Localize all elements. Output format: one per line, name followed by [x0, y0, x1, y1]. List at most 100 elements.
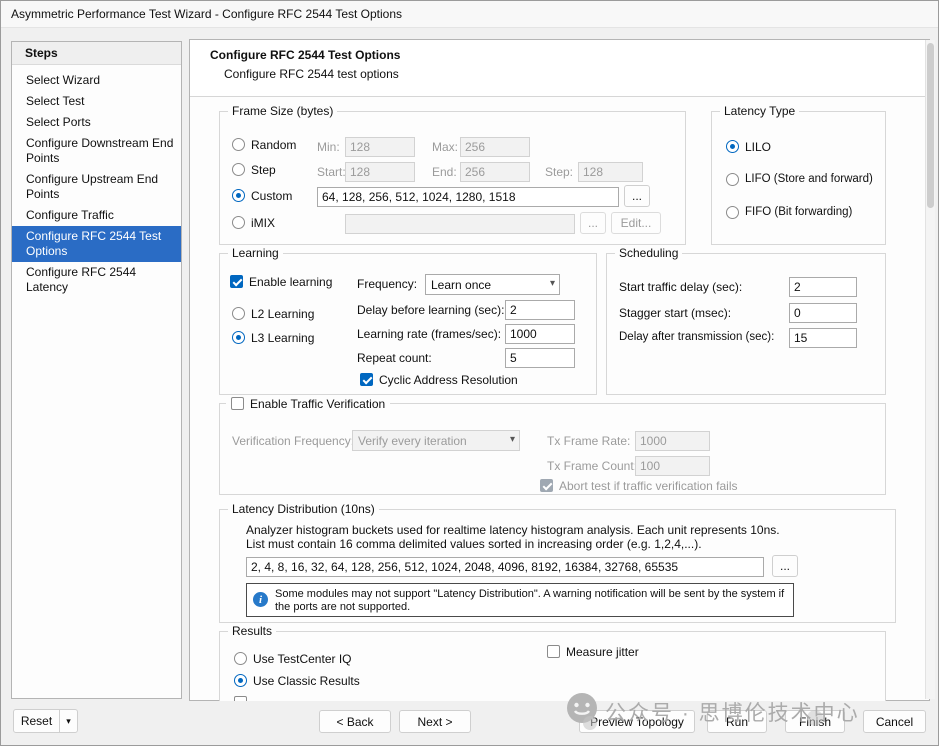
l2-learning-label: L2 Learning: [251, 307, 314, 321]
l3-learning-label: L3 Learning: [251, 331, 314, 345]
verification-frequency-label: Verification Frequency:: [232, 434, 354, 448]
end-input: [460, 162, 530, 182]
preview-topology-button[interactable]: Preview Topology: [579, 710, 695, 733]
tx-frame-rate-input: [635, 431, 710, 451]
step-item-select-test[interactable]: Select Test: [12, 91, 181, 112]
latency-distribution-desc2: List must contain 16 comma delimited val…: [246, 537, 702, 551]
cyclic-address-checkbox[interactable]: [360, 373, 373, 386]
step-field-label: Step:: [545, 165, 573, 179]
frame-size-imix-radio[interactable]: [232, 216, 245, 229]
frequency-label: Frequency:: [357, 277, 417, 291]
imix-input: [345, 214, 575, 234]
frame-size-custom-radio[interactable]: [232, 189, 245, 202]
learning-rate-label: Learning rate (frames/sec):: [357, 327, 501, 341]
delay-after-transmission-label: Delay after transmission (sec):: [619, 331, 774, 343]
frame-size-group: Frame Size (bytes) Random Min: Max: Step…: [219, 111, 686, 245]
delay-before-learning-label: Delay before learning (sec):: [357, 303, 504, 317]
latency-distribution-group: Latency Distribution (10ns) Analyzer his…: [219, 509, 896, 623]
end-label: End:: [432, 165, 457, 179]
latency-distribution-group-title: Latency Distribution (10ns): [228, 502, 379, 516]
frame-size-imix-label: iMIX: [251, 216, 275, 230]
enable-traffic-verification-checkbox[interactable]: [231, 397, 244, 410]
step-item-rfc2544-latency[interactable]: Configure RFC 2544 Latency: [12, 262, 181, 298]
repeat-count-input[interactable]: [505, 348, 575, 368]
lilo-label: LILO: [745, 140, 771, 154]
cancel-button[interactable]: Cancel: [863, 710, 926, 733]
min-label: Min:: [317, 140, 340, 154]
step-item-rfc2544-options[interactable]: Configure RFC 2544 Test Options: [12, 226, 181, 262]
window-title: Asymmetric Performance Test Wizard - Con…: [11, 7, 402, 21]
step-item-configure-downstream[interactable]: Configure Downstream End Points: [12, 133, 181, 169]
learning-rate-input[interactable]: [505, 324, 575, 344]
measure-jitter-checkbox[interactable]: [547, 645, 560, 658]
reset-dropdown-button[interactable]: ▾: [59, 709, 78, 733]
tx-frame-count-input: [635, 456, 710, 476]
footer-bar: Reset ▾ < Back Next > Preview Topology R…: [1, 701, 939, 746]
imix-browse-button: ...: [580, 212, 606, 234]
enable-learning-checkbox[interactable]: [230, 275, 243, 288]
steps-list: Select Wizard Select Test Select Ports C…: [12, 65, 181, 298]
finish-button[interactable]: Finish: [785, 710, 845, 733]
reset-button[interactable]: Reset: [13, 709, 60, 733]
lilo-radio[interactable]: [726, 140, 739, 153]
fifo-radio[interactable]: [726, 206, 739, 219]
fifo-label: FIFO (Bit forwarding): [745, 206, 852, 218]
use-classic-results-radio[interactable]: [234, 674, 247, 687]
use-testcenter-iq-label: Use TestCenter IQ: [253, 652, 351, 666]
latency-distribution-browse-button[interactable]: ...: [772, 555, 798, 577]
vertical-scrollbar[interactable]: [925, 40, 935, 699]
latency-distribution-note-text: Some modules may not support "Latency Di…: [275, 588, 785, 614]
custom-browse-button[interactable]: ...: [624, 185, 650, 207]
abort-test-checkbox: [540, 479, 553, 492]
step-item-select-ports[interactable]: Select Ports: [12, 112, 181, 133]
tx-frame-rate-label: Tx Frame Rate:: [547, 434, 630, 448]
l3-learning-radio[interactable]: [232, 331, 245, 344]
custom-sizes-input[interactable]: [317, 187, 619, 207]
delay-after-transmission-input[interactable]: [789, 328, 857, 348]
steps-header: Steps: [12, 42, 181, 65]
scrollbar-thumb[interactable]: [927, 43, 934, 208]
chevron-down-icon: ▾: [510, 434, 515, 445]
title-bar: Asymmetric Performance Test Wizard - Con…: [1, 1, 938, 28]
cyclic-address-label: Cyclic Address Resolution: [379, 373, 518, 387]
page-title: Configure RFC 2544 Test Options: [210, 48, 400, 62]
start-traffic-delay-input[interactable]: [789, 277, 857, 297]
back-button[interactable]: < Back: [319, 710, 391, 733]
frame-size-random-radio[interactable]: [232, 138, 245, 151]
results-group-title: Results: [228, 624, 276, 638]
latency-distribution-desc1: Analyzer histogram buckets used for real…: [246, 523, 780, 537]
chevron-down-icon: ▾: [550, 278, 555, 289]
wizard-window: Asymmetric Performance Test Wizard - Con…: [0, 0, 939, 746]
next-button[interactable]: Next >: [399, 710, 471, 733]
step-item-configure-upstream[interactable]: Configure Upstream End Points: [12, 169, 181, 205]
step-item-select-wizard[interactable]: Select Wizard: [12, 70, 181, 91]
l2-learning-radio[interactable]: [232, 307, 245, 320]
results-group: Results Use TestCenter IQ Use Classic Re…: [219, 631, 886, 707]
main-header: Configure RFC 2544 Test Options Configur…: [190, 40, 929, 97]
latency-type-group-title: Latency Type: [720, 104, 799, 118]
frame-size-step-radio[interactable]: [232, 163, 245, 176]
measure-jitter-label: Measure jitter: [566, 645, 639, 659]
delay-before-learning-input[interactable]: [505, 300, 575, 320]
step-item-configure-traffic[interactable]: Configure Traffic: [12, 205, 181, 226]
max-input: [460, 137, 530, 157]
start-traffic-delay-label: Start traffic delay (sec):: [619, 280, 742, 294]
learning-group-title: Learning: [228, 246, 283, 260]
use-classic-results-label: Use Classic Results: [253, 674, 360, 688]
frame-size-random-label: Random: [251, 138, 296, 152]
enable-traffic-verification-label: Enable Traffic Verification: [250, 397, 385, 411]
min-input: [345, 137, 415, 157]
frame-size-custom-label: Custom: [251, 189, 292, 203]
lifo-radio[interactable]: [726, 173, 739, 186]
use-testcenter-iq-radio[interactable]: [234, 652, 247, 665]
start-label: Start:: [317, 165, 346, 179]
lifo-label: LIFO (Store and forward): [745, 173, 873, 185]
latency-distribution-input[interactable]: [246, 557, 764, 577]
scheduling-group-title: Scheduling: [615, 246, 682, 260]
stagger-start-input[interactable]: [789, 303, 857, 323]
enable-traffic-verification-row: Enable Traffic Verification: [226, 395, 390, 412]
latency-type-group: Latency Type LILO LIFO (Store and forwar…: [711, 111, 886, 245]
run-button[interactable]: Run: [707, 710, 767, 733]
stagger-start-label: Stagger start (msec):: [619, 306, 731, 320]
frequency-dropdown[interactable]: Learn once ▾: [425, 274, 560, 295]
